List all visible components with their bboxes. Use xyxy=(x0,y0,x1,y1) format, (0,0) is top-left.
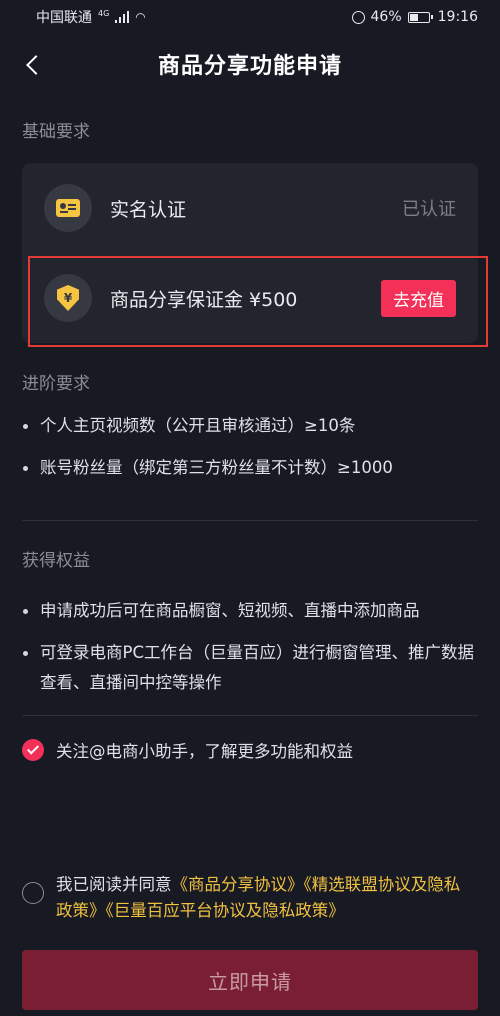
yuan-shield-icon: ¥ xyxy=(44,274,92,322)
page-title: 商品分享功能申请 xyxy=(157,54,342,79)
signal-icon xyxy=(115,11,130,23)
apply-now-button[interactable]: 立即申请 xyxy=(22,950,478,1010)
list-item: 可登录电商PC工作台（巨量百应）进行橱窗管理、推广数据查看、直播间中控等操作 xyxy=(22,638,482,698)
list-item: 个人主页视频数（公开且审核通过）≥10条 xyxy=(22,411,482,441)
real-name-row[interactable]: 实名认证 已认证 xyxy=(22,163,478,253)
list-item: 申请成功后可在商品橱窗、短视频、直播中添加商品 xyxy=(22,596,482,626)
wifi-icon: ◠ xyxy=(135,10,146,24)
deposit-label: 商品分享保证金 ¥500 xyxy=(110,288,298,311)
basic-requirements-title: 基础要求 xyxy=(22,122,90,142)
follow-row[interactable]: 关注@电商小助手，了解更多功能和权益 xyxy=(22,738,353,762)
battery-percent: 46% xyxy=(370,9,402,25)
product-share-agreement-link[interactable]: 《商品分享协议》 xyxy=(172,875,304,894)
battery-icon xyxy=(407,11,433,23)
agreement-row: 我已阅读并同意《商品分享协议》《精选联盟协议及隐私政策》《巨量百应平台协议及隐私… xyxy=(22,872,482,924)
follow-label: 关注@电商小助手，了解更多功能和权益 xyxy=(56,742,353,761)
id-card-icon xyxy=(44,184,92,232)
status-right: 46% 19:16 xyxy=(351,9,478,25)
requirements-card: 实名认证 已认证 ¥ 商品分享保证金 ¥500 去充值 xyxy=(22,163,478,343)
checked-circle-icon[interactable] xyxy=(22,739,44,761)
deposit-row: ¥ 商品分享保证金 ¥500 去充值 xyxy=(22,253,478,343)
network-type: 4G xyxy=(98,8,110,18)
recharge-button[interactable]: 去充值 xyxy=(381,279,456,317)
verified-status: 已认证 xyxy=(402,199,456,220)
platform-agreement-link[interactable]: 《巨量百应平台协议及隐私政策》 xyxy=(106,901,345,920)
advanced-requirements-title: 进阶要求 xyxy=(22,374,90,394)
clock: 19:16 xyxy=(437,9,478,25)
divider xyxy=(22,520,478,521)
list-item: 账号粉丝量（绑定第三方粉丝量不计数）≥1000 xyxy=(22,453,482,483)
benefits-title: 获得权益 xyxy=(22,551,90,571)
status-left: 中国联通 4G ◠ xyxy=(36,7,146,27)
divider xyxy=(22,715,478,716)
agreement-text: 我已阅读并同意《商品分享协议》《精选联盟协议及隐私政策》《巨量百应平台协议及隐私… xyxy=(56,872,476,924)
benefits-list: 申请成功后可在商品橱窗、短视频、直播中添加商品 可登录电商PC工作台（巨量百应）… xyxy=(22,596,482,698)
agreement-prefix: 我已阅读并同意 xyxy=(56,875,172,894)
unchecked-circle-icon[interactable] xyxy=(22,882,44,904)
carrier-name: 中国联通 xyxy=(36,10,92,26)
nav-bar: 商品分享功能申请 xyxy=(0,34,500,96)
status-bar: 中国联通 4G ◠ 46% 19:16 xyxy=(0,0,500,34)
advanced-requirements-list: 个人主页视频数（公开且审核通过）≥10条 账号粉丝量（绑定第三方粉丝量不计数）≥… xyxy=(22,411,482,483)
alarm-icon xyxy=(351,10,365,24)
real-name-label: 实名认证 xyxy=(110,198,187,221)
